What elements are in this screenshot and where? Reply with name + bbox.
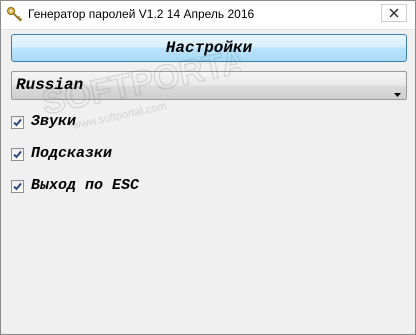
hints-label: Подсказки	[31, 145, 113, 162]
chevron-down-icon	[394, 84, 401, 102]
window-title: Генератор паролей V1.2 14 Апрель 2016	[28, 7, 255, 21]
close-button[interactable]	[381, 4, 407, 22]
close-icon	[389, 8, 399, 18]
exit-esc-label: Выход по ESC	[31, 177, 140, 194]
checkmark-icon	[13, 150, 22, 159]
sounds-label: Звуки	[31, 113, 77, 130]
exit-esc-checkbox[interactable]	[11, 180, 24, 193]
checkmark-icon	[13, 182, 22, 191]
key-icon	[6, 6, 24, 24]
title-bar[interactable]: Генератор паролей V1.2 14 Апрель 2016	[1, 1, 415, 30]
app-window: Генератор паролей V1.2 14 Апрель 2016 На…	[0, 0, 416, 335]
hints-checkbox[interactable]	[11, 148, 24, 161]
sounds-checkbox[interactable]	[11, 116, 24, 129]
checkmark-icon	[13, 118, 22, 127]
